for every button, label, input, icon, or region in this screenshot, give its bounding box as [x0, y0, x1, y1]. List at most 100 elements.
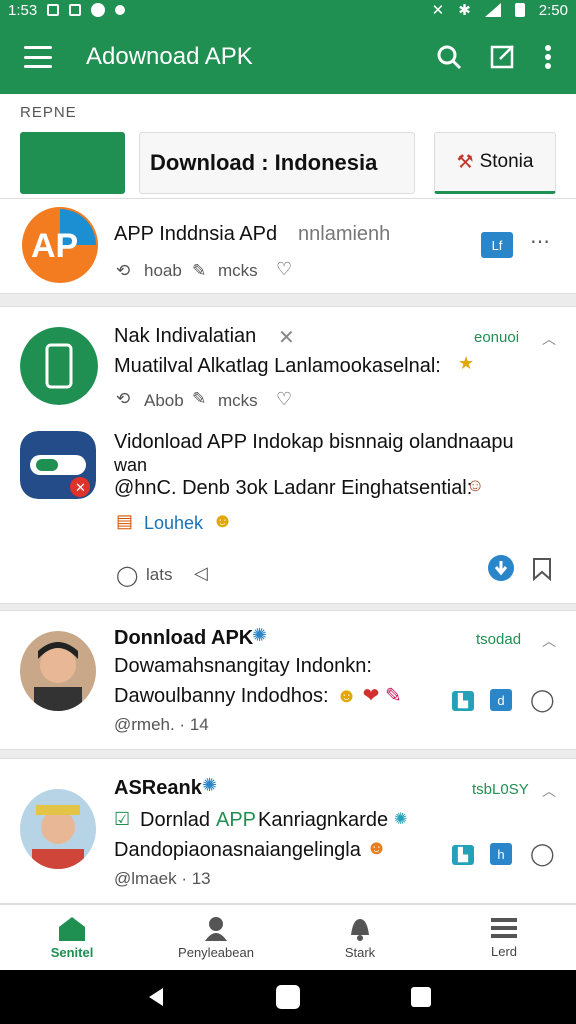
close-icon[interactable]: ✕ [278, 325, 295, 350]
repost-icon[interactable]: ⟲ [116, 389, 130, 409]
post-5-badge[interactable]: h [490, 843, 512, 865]
chevron-up-icon[interactable]: ︿ [542, 329, 556, 349]
pen-icon: ✎ [192, 261, 207, 280]
tool-icon: ⚒ [456, 151, 474, 173]
post-3-title: Vidonload APP Indokap bisnnaig olandnaap… [114, 431, 514, 453]
smile-emoji-icon: ☻ [212, 510, 234, 532]
back-icon[interactable] [145, 986, 165, 1008]
vibrate-icon: ✱ [458, 2, 471, 19]
post-card-2[interactable]: Nak Indivalatian ✕ eonuoi ︿ Muatilval Al… [0, 306, 576, 604]
like-icon[interactable]: ♡ [276, 259, 292, 280]
refresh-icon[interactable]: ◯ [530, 687, 555, 713]
emoji-icons: ☻ ❤ ✎ [336, 685, 402, 707]
pen-icon: ✎ [192, 389, 207, 408]
folder-icon[interactable]: ▙ [452, 691, 474, 711]
phone-app-icon [20, 327, 98, 405]
post-4-body-1: Dowamahsnangitay Indonkn: [114, 655, 372, 677]
post-1-badge[interactable]: Lf [481, 232, 513, 258]
post-5-body-rest: Kanriagnkarde [258, 809, 389, 831]
verified-icon: ✺ [252, 625, 268, 645]
post-3-body: @hnC. Denb 3ok Ladanr Einghatsential: [114, 477, 473, 499]
nav-item-list[interactable]: Lerd [432, 905, 576, 970]
post-3-link[interactable]: Louhek [144, 513, 203, 534]
app-title: Adownoad APK [86, 43, 253, 70]
gallery-icon [69, 4, 82, 16]
home-button-icon[interactable] [275, 985, 300, 1009]
post-4-tag: tsodad [476, 631, 522, 648]
app-bar: Adownoad APK [0, 20, 576, 94]
list-icon [491, 918, 517, 938]
post-1-title-suffix: nnlamienh [298, 223, 391, 245]
status-left: 1:53 [8, 1, 126, 19]
bottom-nav: Senitel Penyleabean Stark Lerd [0, 904, 576, 970]
search-icon[interactable] [436, 44, 462, 70]
signal-icon [484, 3, 501, 17]
download-heading[interactable]: Download : Indonesia [139, 132, 415, 194]
chevron-up-icon[interactable]: ︿ [542, 781, 556, 801]
refresh-icon[interactable]: ◯ [530, 841, 555, 867]
nav-label-start: Stark [344, 945, 376, 960]
post-3-title-line2: wan [114, 455, 148, 475]
status-clock: 2:50 [538, 1, 568, 19]
tab-stonia[interactable]: ⚒ Stonia [434, 132, 556, 194]
repost-icon[interactable]: ⟲ [116, 261, 130, 281]
nav-label-list: Lerd [490, 944, 518, 959]
nav-label-home: Senitel [50, 945, 94, 960]
post-card-5[interactable]: ASReank ✺ tsbL0SY ︿ ☑ Dornlad APP Kanria… [0, 758, 576, 904]
toggle-app-icon: ✕ [20, 431, 96, 499]
folder-icon[interactable]: ▙ [452, 845, 474, 865]
notification-icon [47, 4, 60, 16]
post-card-4[interactable]: Donnload APK ✺ tsodad ︿ Dowamahsnangitay… [0, 610, 576, 750]
menu-icon[interactable] [24, 46, 52, 68]
post-2-meta-right: mcks [218, 391, 258, 410]
post-2-title: Nak Indivalatian [114, 325, 257, 347]
person-icon [205, 917, 227, 941]
like-icon[interactable]: ♡ [276, 389, 292, 410]
system-nav-bar [0, 970, 576, 1024]
chevron-up-icon[interactable]: ︿ [542, 631, 556, 651]
volume-icon[interactable]: ◁ [194, 563, 208, 584]
tab-stonia-label: Stonia [479, 151, 534, 172]
status-right: ✕ ✱ 2:50 [431, 1, 568, 20]
box-emoji-icon: ▤ [116, 511, 134, 531]
whatsapp-icon [91, 3, 106, 17]
comment-icon[interactable]: ◯ [116, 563, 138, 588]
post-4-handle: @rmeh. · 14 [114, 715, 209, 734]
fire-emoji-icon: ☻ [366, 837, 388, 859]
bookmark-icon[interactable] [532, 557, 552, 581]
share-icon[interactable]: ⋯ [530, 229, 550, 254]
section-label: REPNE [20, 104, 77, 121]
post-5-tag: tsbL0SY [472, 781, 529, 798]
post-2-tag: eonuoi [474, 329, 520, 346]
battery-icon [514, 3, 525, 17]
verified-icon: ✺ [202, 775, 218, 795]
post-1-title: APP Inddnsia APd [114, 223, 278, 245]
post-5-body-prefix: Dornlad [140, 809, 211, 831]
status-bar: 1:53 ✕ ✱ 2:50 [0, 0, 576, 20]
nav-item-start[interactable]: Stark [288, 905, 432, 970]
status-time: 1:53 [8, 1, 38, 19]
user-avatar [20, 789, 96, 869]
apk-logo-icon: AP [22, 207, 98, 283]
post-4-title: Donnload APK [114, 627, 254, 649]
wifi-off-icon: ✕ [431, 2, 445, 19]
featured-tile[interactable] [20, 132, 125, 194]
more-vert-icon[interactable] [544, 44, 552, 70]
edit-icon[interactable] [490, 44, 516, 70]
nav-item-home[interactable]: Senitel [0, 905, 144, 970]
svg-text:AP: AP [31, 227, 78, 265]
user-avatar [20, 631, 96, 711]
check-square-icon: ☑ [114, 809, 131, 829]
sync-icon [115, 5, 126, 15]
post-4-body-2: Dawoulbanny Indodhos: [114, 685, 329, 707]
download-icon[interactable] [488, 555, 514, 581]
person-emoji-icon: ☺ [466, 475, 485, 495]
post-card-1[interactable]: AP APP Inddnsia APd nnlamienh ⟲ hoab ✎ m… [0, 198, 576, 294]
notification-bell-icon [351, 919, 369, 941]
post-1-meta-right: mcks [218, 261, 258, 280]
post-4-badge[interactable]: d [490, 689, 512, 711]
post-2-meta-left: Abob [144, 391, 184, 410]
nav-item-profile[interactable]: Penyleabean [144, 905, 288, 970]
post-5-title: ASReank [114, 777, 202, 799]
recents-icon[interactable] [410, 987, 431, 1007]
